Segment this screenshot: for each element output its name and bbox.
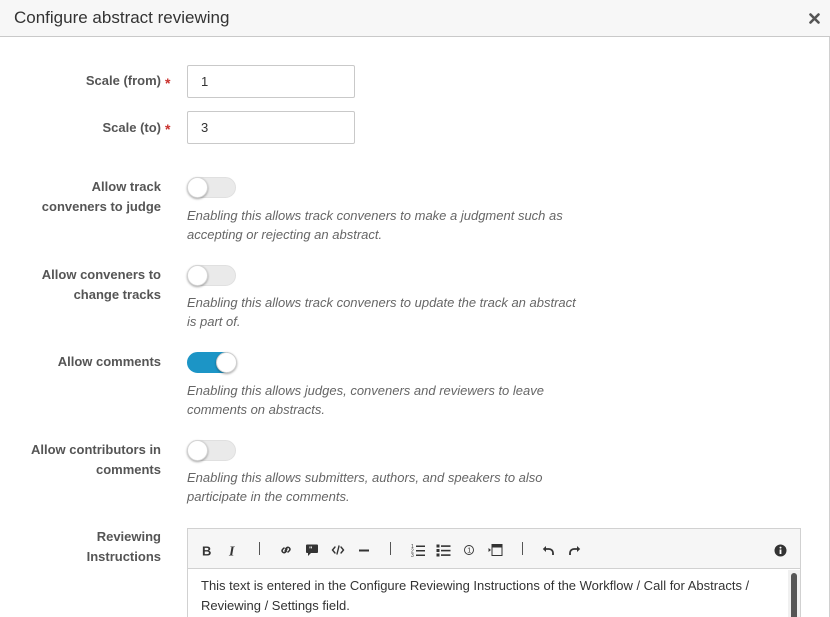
allow-track-conveners-judge-help: Enabling this allows track conveners to … bbox=[187, 207, 587, 244]
help-line: Enabling this allows track conveners to … bbox=[187, 295, 576, 310]
toggle-knob bbox=[187, 440, 208, 461]
label-line: Allow conveners to bbox=[41, 267, 161, 282]
editor-content[interactable]: This text is entered in the Configure Re… bbox=[201, 576, 781, 615]
scale-to-label: Scale (to) bbox=[102, 120, 161, 135]
help-line: participate in the comments. bbox=[187, 488, 350, 504]
svg-text:": " bbox=[309, 547, 312, 554]
toolbar-separator bbox=[522, 542, 523, 555]
dialog-title: Configure abstract reviewing bbox=[14, 8, 230, 27]
help-line: Enabling this allows judges, conveners a… bbox=[187, 383, 544, 398]
undo-icon[interactable] bbox=[539, 541, 557, 559]
help-line: Enabling this allows track conveners to … bbox=[187, 208, 563, 223]
svg-text:1: 1 bbox=[467, 548, 471, 555]
allow-track-conveners-judge-label: Allow track conveners to judge bbox=[11, 177, 161, 216]
editor-toolbar: B I " 123 1 bbox=[188, 529, 800, 569]
toolbar-separator bbox=[390, 542, 391, 555]
allow-contributors-comments-help: Enabling this allows submitters, authors… bbox=[187, 469, 587, 506]
help-line: comments on abstracts. bbox=[187, 401, 325, 417]
label-line: Allow track bbox=[91, 179, 161, 194]
help-icon[interactable] bbox=[771, 541, 789, 559]
allow-comments-toggle[interactable] bbox=[187, 352, 237, 373]
footnote-icon[interactable]: 1 bbox=[460, 541, 478, 559]
allow-contributors-comments-toggle[interactable] bbox=[187, 440, 236, 461]
markdown-editor[interactable]: B I " 123 1 This text is entered in the … bbox=[187, 528, 801, 617]
allow-comments-help: Enabling this allows judges, conveners a… bbox=[187, 382, 587, 419]
content-line: This text is entered in the Configure Re… bbox=[201, 578, 750, 593]
scale-to-required-mark: * bbox=[165, 121, 171, 137]
dialog-header: Configure abstract reviewing bbox=[0, 0, 830, 37]
allow-conveners-change-tracks-label: Allow conveners to change tracks bbox=[11, 265, 161, 304]
help-line: is part of. bbox=[187, 313, 241, 329]
editor-scrollbar[interactable] bbox=[788, 570, 800, 617]
svg-text:I: I bbox=[228, 544, 235, 557]
label-line: Instructions bbox=[86, 548, 161, 564]
reviewing-instructions-label: Reviewing Instructions bbox=[11, 527, 161, 566]
toolbar-separator bbox=[259, 542, 260, 555]
help-line: Enabling this allows submitters, authors… bbox=[187, 470, 543, 485]
scale-to-input[interactable] bbox=[187, 111, 355, 144]
toggle-knob bbox=[187, 177, 208, 198]
svg-text:3: 3 bbox=[411, 553, 414, 557]
content-line: Reviewing / Settings field. bbox=[201, 597, 350, 613]
ordered-list-icon[interactable]: 123 bbox=[409, 541, 427, 559]
blockquote-icon[interactable]: " bbox=[303, 541, 321, 559]
bold-icon[interactable]: B bbox=[198, 541, 216, 559]
close-icon[interactable] bbox=[806, 9, 822, 27]
label-line: change tracks bbox=[73, 286, 161, 302]
allow-track-conveners-judge-toggle[interactable] bbox=[187, 177, 236, 198]
scale-from-required-mark: * bbox=[165, 75, 171, 91]
allow-contributors-comments-label: Allow contributors in comments bbox=[11, 440, 161, 479]
help-line: accepting or rejecting an abstract. bbox=[187, 226, 383, 242]
code-icon[interactable] bbox=[329, 541, 347, 559]
allow-comments-label: Allow comments bbox=[11, 352, 161, 372]
label-line: comments bbox=[95, 461, 161, 477]
label-line: Reviewing bbox=[96, 529, 161, 544]
label-line: conveners to judge bbox=[41, 198, 161, 214]
allow-conveners-change-tracks-help: Enabling this allows track conveners to … bbox=[187, 294, 587, 331]
preview-icon[interactable] bbox=[486, 541, 504, 559]
link-icon[interactable] bbox=[277, 541, 295, 559]
redo-icon[interactable] bbox=[565, 541, 583, 559]
scale-from-input[interactable] bbox=[187, 65, 355, 98]
toggle-knob bbox=[216, 352, 237, 373]
label-line: Allow contributors in bbox=[31, 442, 161, 457]
toggle-knob bbox=[187, 265, 208, 286]
horizontal-rule-icon[interactable] bbox=[355, 541, 373, 559]
italic-icon[interactable]: I bbox=[224, 541, 242, 559]
label-line: Allow comments bbox=[57, 354, 161, 369]
svg-text:B: B bbox=[202, 544, 211, 557]
unordered-list-icon[interactable] bbox=[434, 541, 452, 559]
allow-conveners-change-tracks-toggle[interactable] bbox=[187, 265, 236, 286]
scale-from-label: Scale (from) bbox=[85, 73, 161, 88]
scrollbar-thumb[interactable] bbox=[791, 573, 797, 617]
